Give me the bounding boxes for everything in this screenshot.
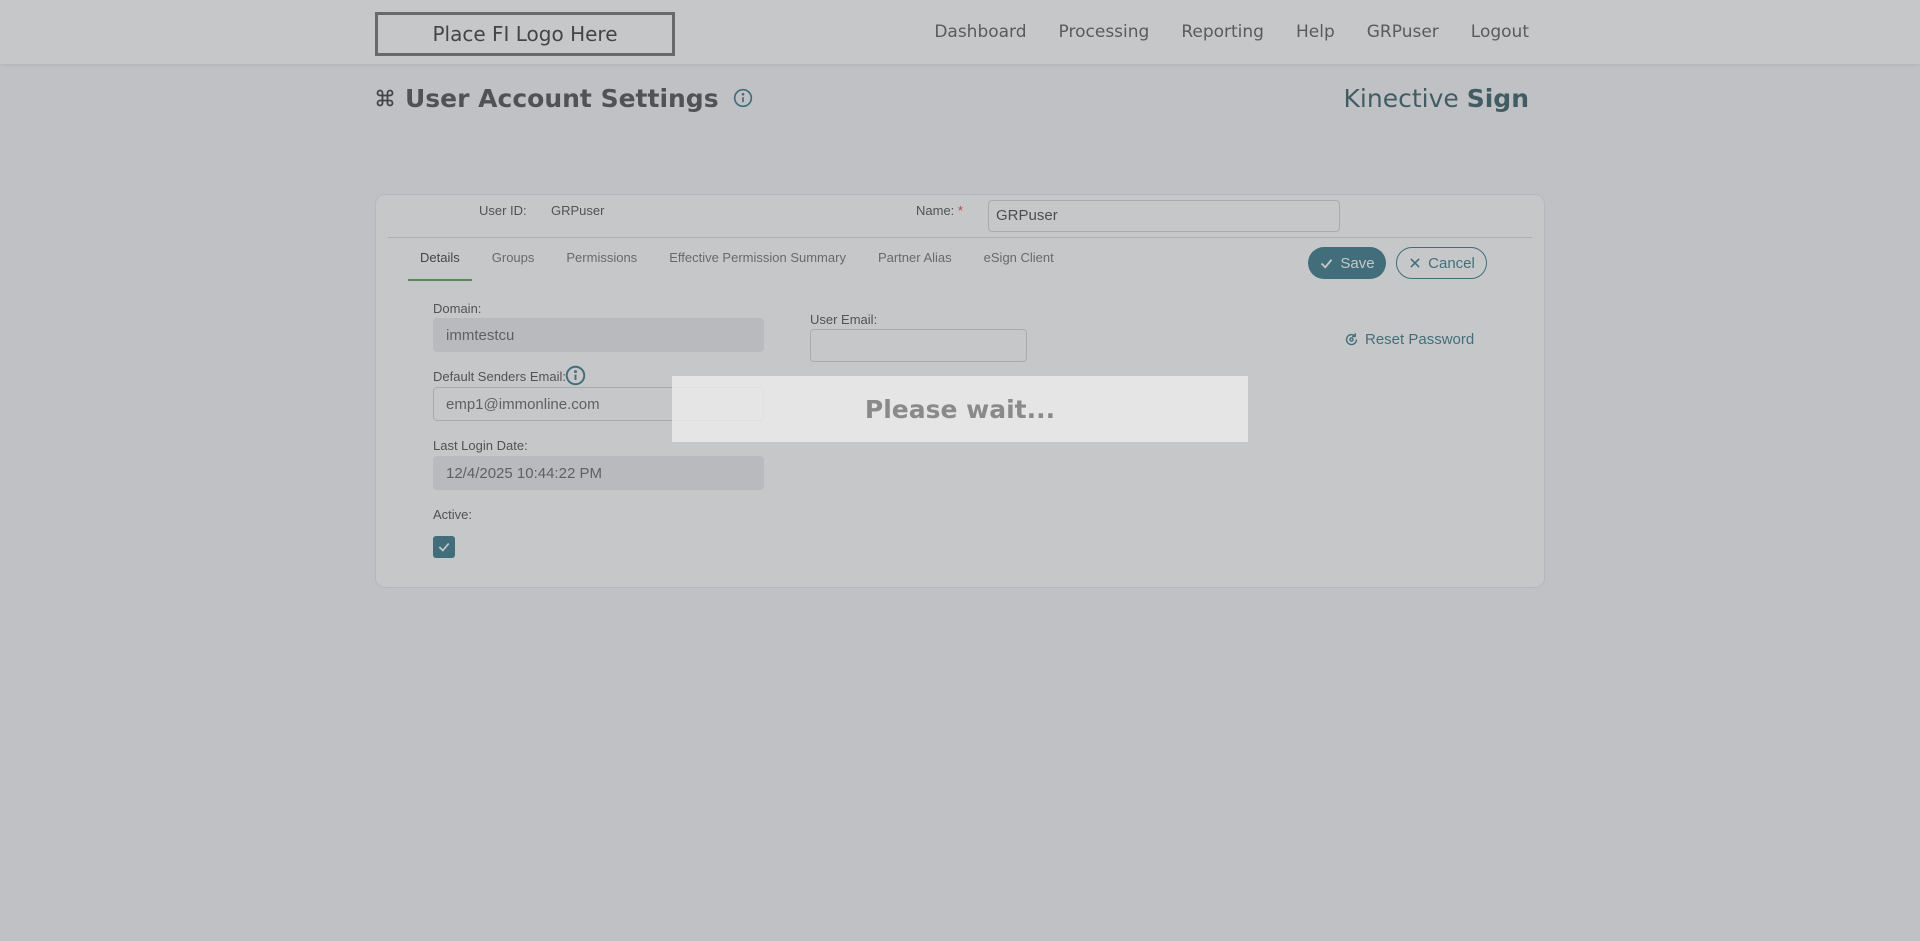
- loading-overlay: Please wait...: [0, 0, 1920, 941]
- please-wait-box: Please wait...: [672, 376, 1248, 442]
